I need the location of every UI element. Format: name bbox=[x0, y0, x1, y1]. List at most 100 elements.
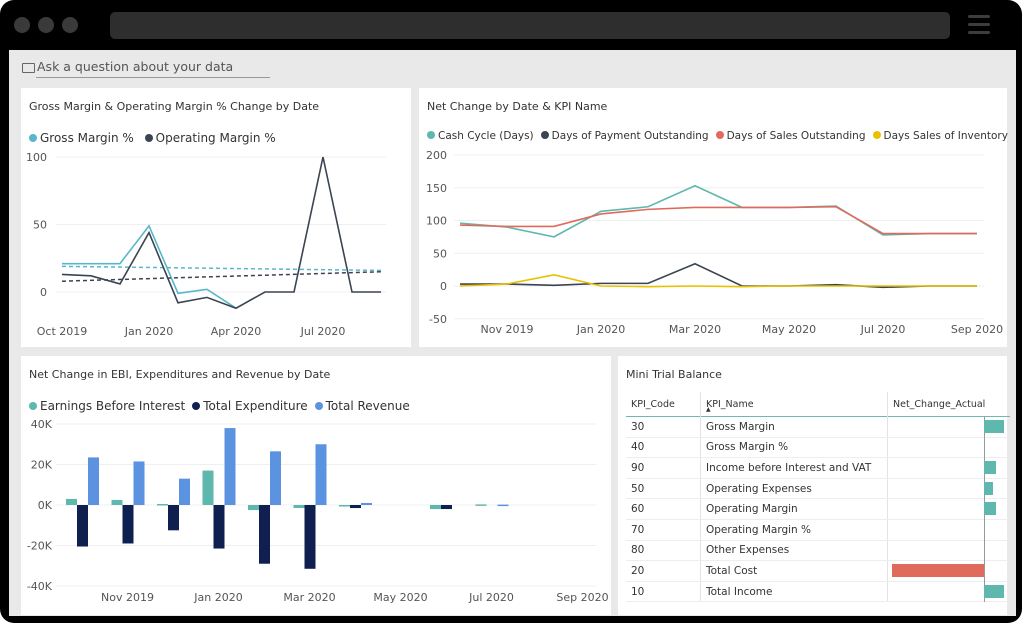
table-row[interactable]: 10 Total Income bbox=[626, 581, 1010, 603]
bar-0 bbox=[430, 505, 441, 510]
y-tick-label: 50 bbox=[433, 247, 447, 260]
data-bar bbox=[984, 584, 1005, 598]
window-minimize-button[interactable] bbox=[38, 17, 54, 33]
y-tick-label: 50 bbox=[33, 219, 47, 232]
legend-label: Days of Sales Outstanding bbox=[726, 130, 866, 142]
legend-item[interactable]: Days of Payment Outstanding bbox=[540, 130, 709, 142]
x-tick-label: Nov 2019 bbox=[481, 323, 534, 336]
kpi-code-cell: 50 bbox=[626, 478, 701, 500]
kpi-code-cell: 20 bbox=[626, 560, 701, 582]
header-label: KPI_Name bbox=[706, 398, 754, 410]
y-tick-label: 0K bbox=[38, 499, 53, 512]
y-tick-label: 0 bbox=[40, 286, 47, 299]
series-line-1 bbox=[61, 156, 381, 310]
net-change-cell bbox=[887, 498, 1010, 520]
table-row[interactable]: 20 Total Cost bbox=[626, 560, 1010, 582]
kpi-code-cell: 60 bbox=[626, 498, 701, 520]
bar-1 bbox=[168, 505, 179, 531]
kpi-name-cell: Operating Margin bbox=[700, 498, 888, 520]
bar-1 bbox=[122, 505, 134, 544]
trend-line-1 bbox=[61, 271, 382, 282]
series-line-1 bbox=[460, 262, 977, 289]
legend-item[interactable]: Cash Cycle (Days) bbox=[427, 130, 534, 142]
bar-2 bbox=[88, 457, 99, 505]
legend-label: Days of Payment Outstanding bbox=[551, 130, 709, 142]
chat-icon bbox=[22, 63, 35, 73]
y-tick-label: 20K bbox=[31, 459, 53, 472]
bar-1 bbox=[350, 505, 361, 509]
legend-dot-icon bbox=[314, 402, 323, 410]
y-tick-label: 0 bbox=[440, 280, 447, 293]
legend-item[interactable]: Days Sales of Inventory bbox=[872, 130, 1008, 142]
bar-2 bbox=[179, 478, 190, 505]
chart1-legend: Gross Margin % Operating Margin % bbox=[29, 131, 283, 145]
table-row[interactable]: 90 Income before Interest and VAT bbox=[626, 457, 1010, 479]
axis-line bbox=[984, 519, 985, 541]
column-header-net-change[interactable]: Net_Change_Actual bbox=[887, 392, 1010, 417]
kpi-code-cell: 90 bbox=[626, 457, 701, 479]
bar-0 bbox=[248, 505, 259, 511]
column-header-kpi-code[interactable]: KPI_Code bbox=[626, 392, 701, 417]
bar-2 bbox=[133, 461, 145, 505]
bar-0 bbox=[475, 504, 487, 506]
legend-dot-icon bbox=[872, 131, 881, 139]
bar-0 bbox=[293, 505, 305, 509]
bar-1 bbox=[304, 505, 316, 569]
chart-ebi-expenditure-revenue[interactable]: 40K 20K 0K -20K -40K Nov 2019 Jan 2020 Mar 2020… bbox=[21, 410, 611, 610]
net-change-cell bbox=[887, 581, 1010, 603]
kpi-name-cell: Total Cost bbox=[700, 560, 888, 582]
kpi-code-cell: 80 bbox=[626, 540, 701, 562]
legend-dot-icon bbox=[29, 134, 37, 142]
legend-item[interactable]: Gross Margin % bbox=[29, 131, 134, 145]
chart-gross-operating-margin[interactable]: 0 50 100 Oct 2019 Jan 2020 Apr 2020 Jul 2020 bbox=[21, 145, 411, 345]
bar-2 bbox=[497, 504, 509, 507]
legend-label: Cash Cycle (Days) bbox=[438, 130, 534, 142]
bar-0 bbox=[111, 499, 123, 505]
y-tick-label: 200 bbox=[426, 149, 447, 162]
address-bar[interactable] bbox=[110, 12, 950, 39]
column-header-kpi-name[interactable]: KPI_Name ▲ bbox=[700, 392, 888, 417]
kpi-code-cell: 40 bbox=[626, 437, 701, 459]
qa-underline bbox=[36, 77, 270, 78]
chart-net-change-kpi[interactable]: -50 0 50 100 150 200 Nov 2019 Jan 2020 Mar 2020 M… bbox=[419, 145, 1007, 345]
x-tick-label: May 2020 bbox=[762, 323, 816, 336]
sort-ascending-icon[interactable]: ▲ bbox=[706, 406, 711, 413]
tile-title: Net Change by Date & KPI Name bbox=[427, 100, 608, 113]
table-row[interactable]: 60 Operating Margin bbox=[626, 498, 1010, 520]
tile-title: Gross Margin & Operating Margin % Change… bbox=[29, 100, 320, 113]
legend-dot-icon bbox=[144, 134, 153, 142]
bar-2 bbox=[361, 502, 372, 505]
hamburger-icon[interactable] bbox=[968, 15, 990, 39]
table-row[interactable]: 80 Other Expenses bbox=[626, 540, 1010, 562]
kpi-name-cell: Total Income bbox=[700, 581, 888, 603]
x-tick-label: Jan 2020 bbox=[576, 323, 625, 336]
y-tick-label: -20K bbox=[27, 540, 53, 553]
x-tick-label: Oct 2019 bbox=[37, 325, 88, 338]
table-row[interactable]: 50 Operating Expenses bbox=[626, 478, 1010, 500]
axis-line bbox=[984, 561, 985, 582]
window-close-button[interactable] bbox=[14, 17, 30, 33]
table-row[interactable]: 40 Gross Margin % bbox=[626, 437, 1010, 459]
x-tick-label: Jul 2020 bbox=[860, 323, 906, 336]
legend-item[interactable]: Operating Margin % bbox=[144, 131, 276, 145]
table-row[interactable]: 70 Operating Margin % bbox=[626, 519, 1010, 541]
qa-input[interactable]: Ask a question about your data bbox=[37, 59, 233, 74]
window-maximize-button[interactable] bbox=[62, 17, 78, 33]
x-tick-label: Nov 2019 bbox=[101, 591, 154, 604]
kpi-code-cell: 10 bbox=[626, 581, 701, 603]
bar-1 bbox=[213, 505, 225, 549]
legend-label: Gross Margin % bbox=[40, 131, 134, 145]
legend-item[interactable]: Days of Sales Outstanding bbox=[715, 130, 866, 142]
x-tick-label: Jan 2020 bbox=[124, 325, 173, 338]
kpi-code-cell: 70 bbox=[626, 519, 701, 541]
kpi-name-cell: Gross Margin % bbox=[700, 437, 888, 459]
legend-dot-icon bbox=[540, 131, 549, 139]
axis-line bbox=[984, 437, 985, 459]
axis-line bbox=[984, 540, 985, 562]
data-bar bbox=[984, 461, 996, 475]
net-change-cell bbox=[887, 457, 1010, 479]
net-change-cell bbox=[887, 519, 1010, 541]
bar-0 bbox=[202, 470, 214, 505]
kpi-name-cell: Other Expenses bbox=[700, 540, 888, 562]
table-row[interactable]: 30 Gross Margin bbox=[626, 416, 1010, 438]
